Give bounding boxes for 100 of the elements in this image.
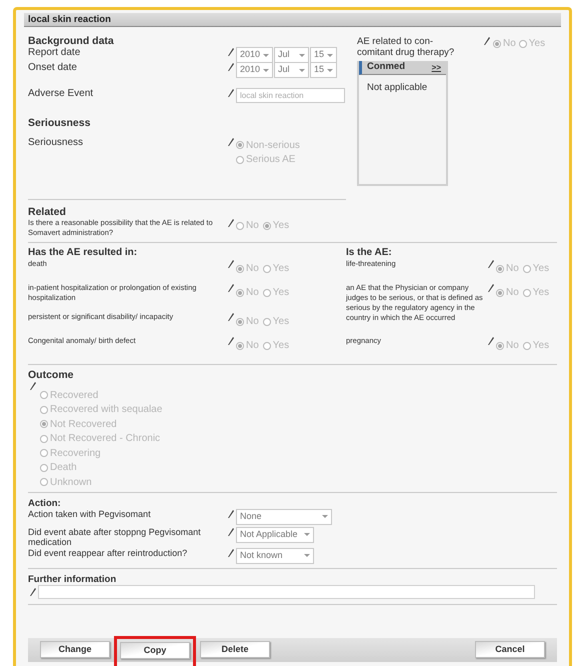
radio-button[interactable] [236, 318, 244, 326]
radio-label: Recovered with sequalae [50, 403, 162, 418]
dropdown-value: Not Applicable [240, 528, 298, 541]
radio-label: Not Recovered - Chronic [50, 432, 160, 446]
dropdown[interactable]: 15 [310, 62, 337, 78]
radio-label: Yes [528, 37, 546, 51]
section-heading: Related [28, 206, 67, 218]
radio-label: No [246, 315, 259, 329]
field-label: Did event abate after stoppng Pegvisomant medication [28, 526, 202, 546]
pencil-icon [486, 259, 495, 269]
radio-button[interactable] [236, 222, 244, 230]
radio-label: No [506, 339, 519, 353]
action-button[interactable]: Copy [120, 642, 190, 659]
dropdown[interactable]: 2010 [236, 47, 273, 63]
radio-button[interactable] [40, 420, 48, 428]
dropdown[interactable]: Jul [274, 47, 309, 63]
radio-button[interactable] [40, 406, 48, 414]
dropdown-value: Not known [240, 548, 283, 562]
dropdown[interactable]: 15 [310, 47, 337, 63]
caret-icon [263, 54, 269, 56]
pencil-icon [226, 137, 235, 147]
radio-label: Yes [532, 339, 550, 353]
pencil-icon [486, 336, 495, 346]
dropdown[interactable]: Jul [274, 62, 309, 78]
dropdown[interactable]: None [236, 508, 332, 524]
text-field[interactable]: local skin reaction [236, 88, 345, 103]
radio-button[interactable] [236, 264, 244, 272]
radio-label: No [246, 339, 259, 353]
panel-title: Conmed [367, 60, 405, 74]
dropdown[interactable]: Not known [236, 548, 314, 564]
radio-button[interactable] [40, 478, 48, 486]
radio-button[interactable] [262, 342, 271, 350]
radio-button[interactable] [262, 318, 271, 326]
field-label: Report date [28, 47, 82, 58]
pencil-icon [486, 283, 495, 293]
panel-text: Not applicable [366, 81, 428, 95]
radio-label: Not Recovered [50, 418, 117, 432]
caret-icon [304, 533, 310, 536]
section-heading: Further information [28, 574, 118, 584]
radio-label: No [506, 262, 519, 276]
radio-button[interactable] [236, 141, 244, 150]
field-label: Seriousness [28, 137, 84, 149]
pencil-icon [226, 218, 235, 228]
radio-label: Yes [272, 286, 290, 300]
field-label: Onset date [28, 62, 78, 73]
expand-link[interactable]: >> [432, 62, 441, 74]
pencil-icon [482, 36, 491, 46]
panel-title: local skin reaction [24, 13, 561, 27]
dropdown[interactable]: Not Applicable [236, 526, 314, 542]
caret-icon [263, 68, 269, 72]
radio-label: Unknown [50, 476, 92, 490]
radio-button[interactable] [496, 288, 504, 296]
action-button[interactable]: Change [40, 641, 110, 658]
radio-label: Yes [272, 339, 290, 353]
caret-icon [322, 515, 328, 518]
radio-label: No [506, 286, 519, 300]
radio-button[interactable] [40, 391, 48, 400]
radio-label: Yes [532, 286, 550, 300]
pencil-icon [226, 283, 235, 293]
dropdown[interactable]: 2010 [236, 62, 273, 78]
dropdown-value: 15 [314, 63, 324, 76]
dropdown-value: 2010 [240, 63, 260, 76]
radio-label: Yes [272, 262, 290, 276]
radio-button[interactable] [262, 288, 271, 296]
radio-label: No [246, 262, 259, 276]
caret-icon [327, 54, 333, 56]
radio-label: Recovered [50, 388, 98, 403]
radio-button[interactable] [262, 264, 271, 272]
radio-label: Serious AE [246, 153, 296, 168]
action-button[interactable]: Cancel [475, 641, 545, 658]
radio-button[interactable] [236, 342, 244, 350]
radio-label: No [246, 286, 259, 300]
radio-button[interactable] [40, 449, 48, 458]
action-button[interactable]: Delete [200, 641, 270, 658]
radio-button[interactable] [40, 434, 48, 443]
radio-label: Death [50, 461, 77, 476]
radio-button[interactable] [493, 40, 501, 48]
radio-button[interactable] [496, 342, 504, 350]
field-label: Adverse Event [28, 88, 94, 100]
radio-button[interactable] [262, 222, 271, 230]
radio-button[interactable] [522, 342, 531, 350]
caret-icon [304, 554, 310, 557]
caret-icon [299, 54, 305, 56]
text-field[interactable] [38, 584, 535, 598]
radio-button[interactable] [236, 156, 244, 164]
dropdown-value: 15 [314, 48, 324, 62]
section-heading: Has the AE resulted in: [28, 247, 138, 259]
radio-label: No [503, 37, 516, 51]
section-heading: Action: [28, 498, 62, 508]
radio-button[interactable] [40, 464, 48, 472]
caret-icon [327, 68, 333, 72]
radio-button[interactable] [522, 288, 531, 296]
radio-button[interactable] [496, 264, 504, 272]
field-label: Action taken with Pegvisomant [28, 508, 152, 518]
pencil-icon [226, 336, 235, 346]
radio-label: Yes [272, 219, 290, 233]
radio-button[interactable] [522, 264, 531, 272]
section-heading: Outcome [28, 369, 75, 381]
radio-button[interactable] [518, 40, 527, 48]
radio-button[interactable] [236, 288, 244, 296]
